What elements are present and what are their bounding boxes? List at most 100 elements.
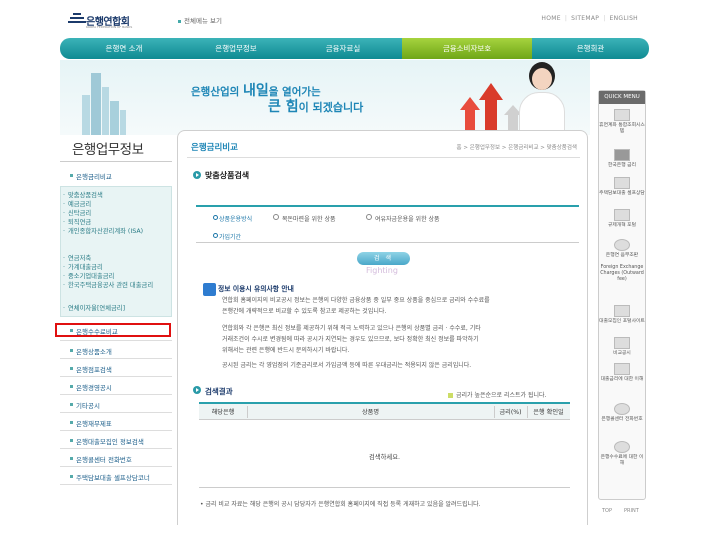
quick-item-loan-rate-info[interactable]: 대출금리에 대한 이해 bbox=[599, 363, 645, 383]
house-icon bbox=[614, 177, 630, 189]
notice-paragraph-2b: 거래조건이 수시로 변경됨에 따라 공시가 지연되는 경우도 있으므로, 보다 … bbox=[222, 336, 479, 343]
bank-icon bbox=[614, 149, 630, 161]
notice-paragraph-3: 공시된 금리는 각 영업점의 기준금리로서 가입금액 등에 따른 우대금리는 적… bbox=[222, 362, 472, 369]
bullet-icon bbox=[178, 19, 181, 23]
dormant-account-icon bbox=[614, 109, 630, 121]
quick-item-dormant[interactable]: 휴면계좌 통합조회시스템 bbox=[599, 109, 645, 135]
quick-item-bok[interactable]: 한국은행 금리 bbox=[599, 149, 645, 169]
notice-paragraph-1b: 은행간에 개략적으로 비교할 수 있도록 참고로 제공하는 것입니다. bbox=[222, 308, 387, 315]
logo-subtext: KOREA FEDERATION OF BANKS bbox=[86, 25, 133, 29]
lnb-item-fee-compare[interactable]: 은행수수료비교 bbox=[60, 326, 172, 336]
search-button[interactable]: 검 색 bbox=[357, 252, 410, 265]
lnb-item-other-disclosure[interactable]: 기타공시 bbox=[60, 400, 172, 410]
lnb-item-rate-compare[interactable]: 은행금리비교 bbox=[60, 171, 172, 181]
banner-person-image bbox=[515, 60, 570, 135]
watermark-text: Fighting bbox=[366, 266, 398, 275]
lnb-sub-hf-loan[interactable]: 한국주택금융공사 관련 대출금리 bbox=[63, 282, 166, 290]
lnb-separator bbox=[60, 376, 172, 377]
phone-icon bbox=[614, 403, 630, 415]
title-divider bbox=[187, 157, 580, 158]
lnb-item-branch-search[interactable]: 은행점포검색 bbox=[60, 364, 172, 374]
gnb-item-bank-info[interactable]: 은행업무정보 bbox=[188, 38, 284, 59]
quick-item-fx-charges[interactable]: Foreign Exchange Charges (Outward fee) bbox=[599, 265, 645, 283]
radio-lump-sum[interactable] bbox=[273, 214, 279, 220]
radio-spare-fund-label[interactable]: 여유자금운용을 위한 상품 bbox=[375, 214, 440, 223]
lnb-item-mortgage-self-consult[interactable]: 주택담보대출 셀프상담코너 bbox=[60, 472, 172, 482]
note-bullet-icon bbox=[448, 393, 453, 398]
lnb-item-financial-statements[interactable]: 은행재무제표 bbox=[60, 418, 172, 428]
lnb-sub-isa[interactable]: 개인종합자산관리계좌 (ISA) bbox=[63, 228, 166, 236]
lnb-item-management-disclosure[interactable]: 은행경영공시 bbox=[60, 382, 172, 392]
quick-menu-title: QUICK MENU bbox=[599, 91, 645, 104]
all-menu-link[interactable]: 전체메뉴 보기 bbox=[178, 15, 222, 25]
quick-item-ombudsman[interactable]: 은행연 음부조판 bbox=[599, 239, 645, 259]
chart-icon bbox=[614, 363, 630, 375]
lnb-item-callcenter[interactable]: 은행콜센터 전화번호 bbox=[60, 454, 172, 464]
notice-title: 정보 이용시 유의사항 안내 bbox=[218, 285, 294, 293]
notice-paragraph-2a: 연합회와 각 은행은 최신 정보를 제공하기 위해 적극 노력하고 있으나 은행… bbox=[222, 325, 481, 332]
banner-slogan-line2: 큰 힘이 되겠습니다 bbox=[268, 99, 364, 115]
sitemap-link[interactable]: SITEMAP bbox=[571, 15, 599, 22]
table-header: 해당은행 상품명 금리(%) 은행 확인일 bbox=[199, 404, 570, 420]
quick-item-loan-agent[interactable]: 대출모집인 포털사이트 bbox=[599, 305, 645, 325]
lnb-separator bbox=[60, 394, 172, 395]
gnb-item-library[interactable]: 금융자료실 bbox=[284, 38, 402, 59]
lnb-title: 은행업무정보 bbox=[72, 142, 144, 158]
percent-icon bbox=[614, 337, 630, 349]
lnb-separator bbox=[60, 430, 172, 431]
radio-spare-fund[interactable] bbox=[366, 214, 372, 220]
print-button[interactable]: PRINT bbox=[624, 508, 639, 514]
english-link[interactable]: ENGLISH bbox=[610, 15, 638, 22]
quick-item-mortgage[interactable]: 주택담보대출 셀프상담 bbox=[599, 177, 645, 197]
quick-item-regulation[interactable]: 규제개혁 포털 bbox=[599, 209, 645, 229]
lnb-sub-household-loan[interactable]: 가계대출금리 bbox=[63, 264, 103, 272]
quick-item-fee-info[interactable]: 은행수수료에 대한 이해 bbox=[599, 441, 645, 467]
radio-lump-sum-label[interactable]: 목돈마련을 위한 상품 bbox=[282, 214, 336, 223]
lnb-divider bbox=[60, 161, 172, 162]
logo[interactable]: 은행연합회 KOREA FEDERATION OF BANKS bbox=[62, 10, 142, 30]
lnb-sub-pension-savings[interactable]: 연금저축 bbox=[63, 255, 91, 263]
col-confirm-date: 은행 확인일 bbox=[533, 409, 564, 416]
global-nav: 은행연 소개 은행업무정보 금융자료실 금융소비자보호 은행회관 bbox=[60, 38, 649, 59]
results-table: 해당은행 상품명 금리(%) 은행 확인일 검색하세요. bbox=[199, 402, 570, 488]
lnb-sub-pension[interactable]: 퇴직연금 bbox=[63, 219, 91, 227]
gnb-item-consumer[interactable]: 금융소비자보호 bbox=[402, 38, 532, 59]
quick-item-compare[interactable]: 비교공시 bbox=[599, 337, 645, 357]
lnb-sub-custom-search[interactable]: 맞춤상품검색 bbox=[63, 192, 103, 200]
portal-icon bbox=[614, 305, 630, 317]
document-icon bbox=[614, 209, 630, 221]
lnb-separator bbox=[60, 412, 172, 413]
gnb-item-about[interactable]: 은행연 소개 bbox=[60, 38, 188, 59]
top-links: HOME | SITEMAP | ENGLISH bbox=[541, 15, 638, 22]
gnb-item-hall[interactable]: 은행회관 bbox=[532, 38, 649, 59]
logo-mark-icon bbox=[68, 13, 86, 23]
results-bullet-icon bbox=[193, 386, 201, 394]
quick-item-callcenter[interactable]: 은행콜센터 전화번호 bbox=[599, 403, 645, 423]
person-icon bbox=[614, 239, 630, 251]
lnb-sub-trust-rate[interactable]: 신탁금리 bbox=[63, 210, 91, 218]
lnb-separator bbox=[60, 340, 172, 341]
section-bullet-icon bbox=[193, 171, 201, 179]
lnb-separator bbox=[60, 448, 172, 449]
lnb-item-product-intro[interactable]: 은행상품소개 bbox=[60, 346, 172, 356]
col-bank: 해당은행 bbox=[211, 409, 235, 416]
notice-paragraph-1a: 연합회 홈페이지의 비교공시 정보는 은행의 다양한 금융상품 중 일부 중요 … bbox=[222, 297, 490, 304]
lnb-sub-sme-loan[interactable]: 중소기업대출금리 bbox=[63, 273, 114, 281]
sort-note: 금리가 높은순으로 리스트가 됩니다. bbox=[448, 390, 546, 399]
footnote: • 금리 비교 자료는 해당 은행의 공시 담당자가 은행연합회 홈페이지에 직… bbox=[200, 501, 481, 508]
empty-message: 검색하세요. bbox=[369, 454, 400, 461]
home-link[interactable]: HOME bbox=[541, 15, 560, 22]
lnb-separator bbox=[60, 466, 172, 467]
col-rate: 금리(%) bbox=[499, 409, 522, 416]
section-title: 맞춤상품검색 bbox=[205, 171, 250, 180]
page-title: 은행금리비교 bbox=[191, 143, 238, 153]
coin-icon bbox=[614, 441, 630, 453]
results-title: 검색결과 bbox=[205, 387, 233, 396]
period-label: 가입기간 bbox=[212, 233, 242, 241]
lnb-sub-deposit-rate[interactable]: 예금금리 bbox=[63, 201, 91, 209]
top-button[interactable]: TOP bbox=[602, 508, 612, 514]
lnb-sub-overdue-rate[interactable]: 연체이자율[연체금리] bbox=[63, 305, 125, 313]
col-product: 상품명 bbox=[361, 409, 380, 416]
thumbs-up-icon bbox=[203, 283, 216, 296]
lnb-item-loan-agent-search[interactable]: 은행대출모집인 정보검색 bbox=[60, 436, 172, 446]
